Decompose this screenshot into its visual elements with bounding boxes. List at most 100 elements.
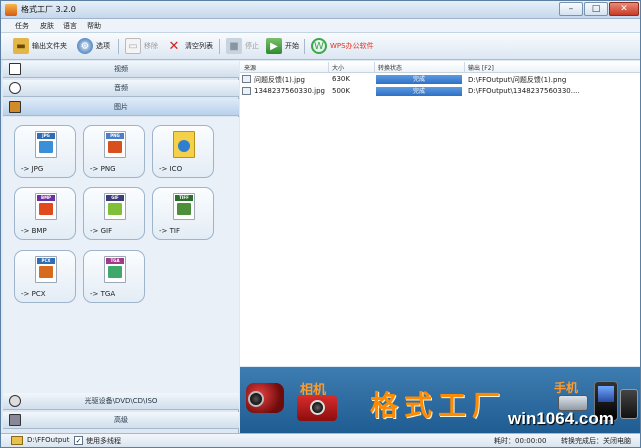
row-source: 1348237560330.jpg xyxy=(254,87,325,95)
stop-button[interactable]: ■ 停止 xyxy=(226,37,259,55)
video-icon xyxy=(9,63,21,75)
output-folder-label: 输出文件夹 xyxy=(32,42,67,50)
image-icon xyxy=(9,101,21,113)
multithread-checkbox[interactable]: ✓ xyxy=(74,436,83,445)
category-image-label: 图片 xyxy=(114,103,128,111)
picture-thumb xyxy=(108,266,122,278)
wps-label: WPS办公软件 xyxy=(330,42,374,50)
remove-label: 移除 xyxy=(144,42,158,50)
format-pcx-button[interactable]: PCX -> PCX xyxy=(14,250,76,303)
row-size: 630K xyxy=(332,75,350,83)
picture-thumb xyxy=(108,141,122,153)
format-ico-button[interactable]: -> ICO xyxy=(152,125,214,178)
stop-icon: ■ xyxy=(226,38,242,54)
site-watermark: win1064.com xyxy=(508,409,614,428)
options-button[interactable]: ⚙ 选项 xyxy=(77,37,110,55)
start-button[interactable]: ▶ 开始 xyxy=(266,37,299,55)
multithread-label: 使用多线程 xyxy=(86,437,121,445)
task-row[interactable]: 问题反馈(1).jpg 630K 完成 D:\FFOutput\问题反馈(1).… xyxy=(240,74,640,85)
column-divider[interactable] xyxy=(374,62,375,72)
disc-icon xyxy=(9,395,21,407)
app-window: 格式工厂 3.2.0 – □ ✕ 任务 皮肤 语言 帮助 ▬ 输出文件夹 ⚙ 选… xyxy=(0,0,641,448)
format-bmp-button[interactable]: BMP -> BMP xyxy=(14,187,76,240)
category-video-label: 视频 xyxy=(114,65,128,73)
header-size[interactable]: 大小 xyxy=(332,63,344,72)
row-output: D:\FFOutput\1348237560330.... xyxy=(468,87,580,95)
audio-note-icon xyxy=(9,82,21,94)
format-label: -> PNG xyxy=(90,165,116,173)
row-source: 问题反馈(1).jpg xyxy=(254,76,305,84)
camcorder-icon xyxy=(246,383,284,413)
header-output[interactable]: 输出 [F2] xyxy=(468,63,494,72)
category-panel: 视频 音频 图片 JPG -> JPG PNG -> PNG -> ICO BM… xyxy=(3,61,239,444)
category-rom-device[interactable]: 光驱设备\DVD\CD\ISO xyxy=(3,393,239,410)
start-label: 开始 xyxy=(285,42,299,50)
output-folder-button[interactable]: ▬ 输出文件夹 xyxy=(13,37,67,55)
folder-icon: ▬ xyxy=(13,38,29,54)
menu-skin[interactable]: 皮肤 xyxy=(40,21,54,31)
category-video[interactable]: 视频 xyxy=(3,61,239,78)
options-label: 选项 xyxy=(96,42,110,50)
toolbar-separator xyxy=(304,39,305,54)
clear-x-icon: ✕ xyxy=(168,38,180,54)
phone-label: 手机 xyxy=(554,381,579,395)
header-source[interactable]: 来源 xyxy=(244,63,256,72)
camcorder-lens xyxy=(248,391,264,407)
category-advanced[interactable]: 高级 xyxy=(3,412,239,429)
music-player-icon xyxy=(620,389,638,419)
menu-help[interactable]: 帮助 xyxy=(87,21,101,31)
stop-label: 停止 xyxy=(245,42,259,50)
category-audio[interactable]: 音频 xyxy=(3,80,239,97)
window-title: 格式工厂 3.2.0 xyxy=(21,5,76,14)
close-button[interactable]: ✕ xyxy=(609,2,639,16)
info-icon xyxy=(178,140,190,152)
task-row[interactable]: 1348237560330.jpg 500K 完成 D:\FFOutput\13… xyxy=(240,86,640,97)
camera-lens xyxy=(310,400,325,415)
format-png-button[interactable]: PNG -> PNG xyxy=(83,125,145,178)
title-bar[interactable]: 格式工厂 3.2.0 – □ ✕ xyxy=(1,1,640,19)
row-status-badge: 完成 xyxy=(376,75,462,84)
format-gif-button[interactable]: GIF -> GIF xyxy=(83,187,145,240)
format-tag: BMP xyxy=(37,195,55,201)
row-output: D:\FFOutput\问题反馈(1).png xyxy=(468,76,567,84)
menu-language[interactable]: 语言 xyxy=(63,21,77,31)
toolbar-separator xyxy=(118,39,119,54)
category-audio-label: 音频 xyxy=(114,84,128,92)
minimize-button[interactable]: – xyxy=(559,2,583,16)
picture-thumb xyxy=(39,266,53,278)
app-logo-icon xyxy=(5,4,17,16)
elapsed-time: 耗时：00:00:00 xyxy=(494,437,547,445)
options-gear-icon: ⚙ xyxy=(77,38,93,54)
output-path[interactable]: D:\FFOutput xyxy=(27,436,69,444)
clear-list-label: 清空列表 xyxy=(185,42,213,50)
column-divider[interactable] xyxy=(464,62,465,72)
format-label: -> GIF xyxy=(90,227,113,235)
task-list: 来源 大小 转换状态 输出 [F2] 问题反馈(1).jpg 630K 完成 D… xyxy=(240,61,640,366)
format-tag: PCX xyxy=(37,258,55,264)
menu-task[interactable]: 任务 xyxy=(15,21,29,31)
clear-list-button[interactable]: ✕ 清空列表 xyxy=(166,37,213,55)
format-label: -> TGA xyxy=(90,290,116,298)
remove-button[interactable]: ▭ 移除 xyxy=(125,37,158,55)
toolbar: ▬ 输出文件夹 ⚙ 选项 ▭ 移除 ✕ 清空列表 ■ 停止 ▶ 开始 W WPS… xyxy=(1,33,640,60)
image-file-icon xyxy=(242,75,251,83)
format-label: -> JPG xyxy=(21,165,44,173)
maximize-button[interactable]: □ xyxy=(584,2,608,16)
output-folder-icon[interactable] xyxy=(11,436,23,445)
header-status[interactable]: 转换状态 xyxy=(378,63,402,72)
digital-camera-icon xyxy=(297,395,337,421)
format-grid: JPG -> JPG PNG -> PNG -> ICO BMP -> BMP xyxy=(3,117,239,393)
format-tag: TGA xyxy=(106,258,124,264)
category-image[interactable]: 图片 xyxy=(3,99,239,116)
format-tga-button[interactable]: TGA -> TGA xyxy=(83,250,145,303)
format-tag: TIFF xyxy=(175,195,193,201)
format-tif-button[interactable]: TIFF -> TIF xyxy=(152,187,214,240)
row-status-badge: 完成 xyxy=(376,87,462,96)
picture-thumb xyxy=(177,203,191,215)
wps-office-link[interactable]: W WPS办公软件 xyxy=(311,37,374,55)
gear-icon xyxy=(9,414,21,426)
status-bar: D:\FFOutput ✓ 使用多线程 耗时：00:00:00 转换完成后：关闭… xyxy=(1,433,640,447)
after-conversion-action[interactable]: 转换完成后：关闭电脑 xyxy=(561,436,631,446)
column-divider[interactable] xyxy=(328,62,329,72)
format-jpg-button[interactable]: JPG -> JPG xyxy=(14,125,76,178)
